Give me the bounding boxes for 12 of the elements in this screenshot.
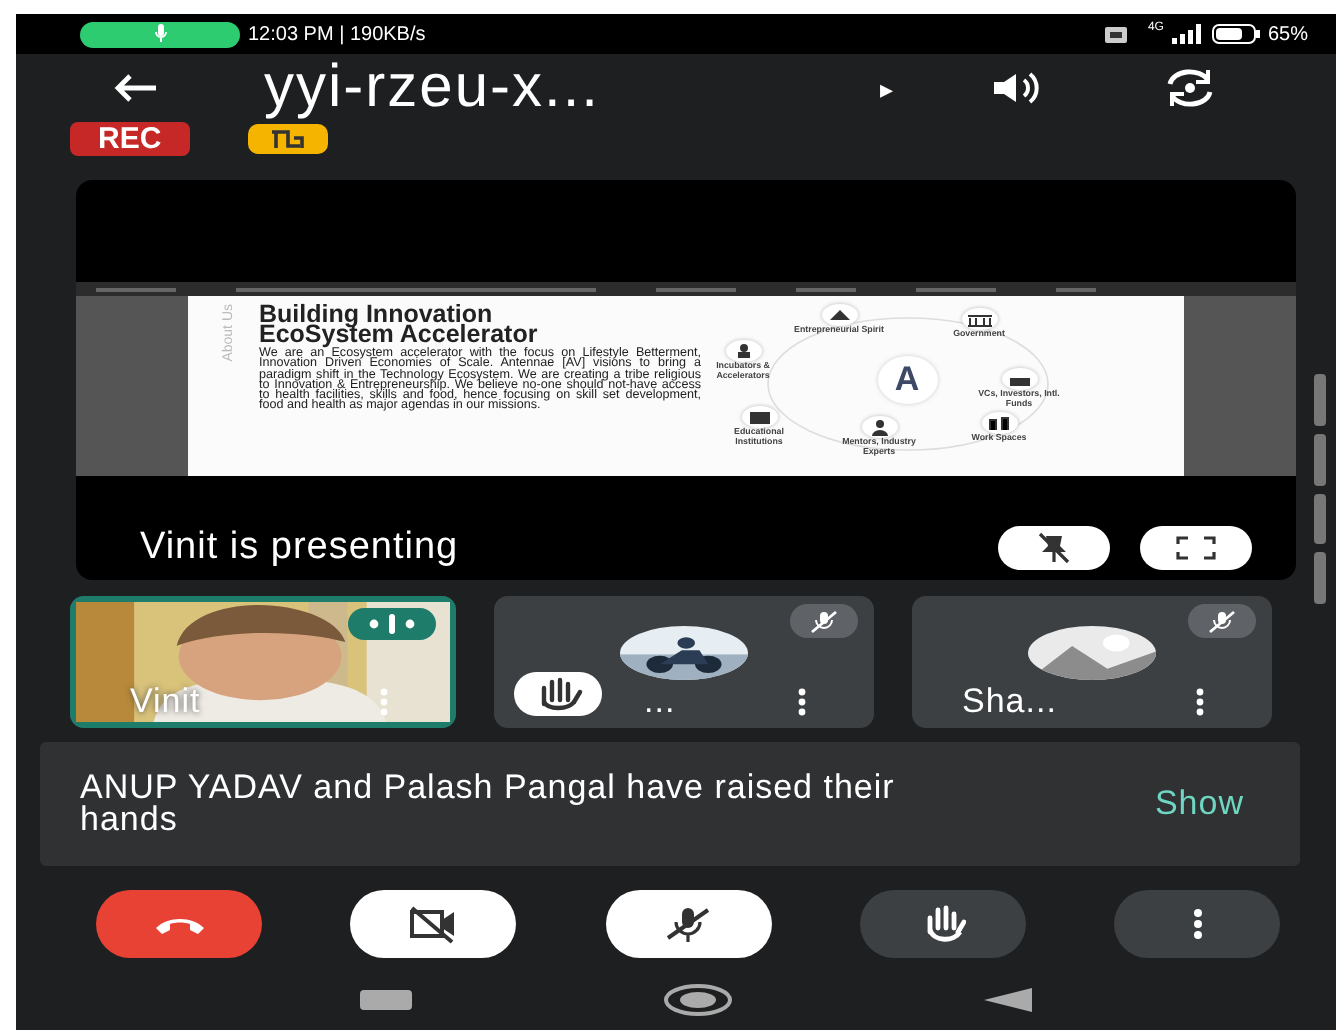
presenter-caption: Vinit is presenting bbox=[140, 524, 461, 572]
meeting-title: yyi-rzeu-x... bbox=[264, 58, 603, 118]
participant-name: Sha... bbox=[962, 684, 1057, 718]
show-button[interactable]: Show bbox=[1138, 778, 1260, 830]
notification-text: ANUP YADAV and Palash Pangal have raised their hands bbox=[80, 772, 897, 836]
battery-text: 65% bbox=[1267, 21, 1308, 49]
recording-badge: REC bbox=[70, 122, 190, 156]
expand-button[interactable]: ▸ bbox=[880, 75, 894, 101]
participant-name: ... bbox=[644, 684, 676, 718]
hub-logo: A bbox=[877, 356, 937, 404]
status-text: 12:03 PM | 190KB/s bbox=[248, 21, 426, 49]
slide-title: Building Innovation EcoSystem Accelerator bbox=[259, 304, 538, 344]
